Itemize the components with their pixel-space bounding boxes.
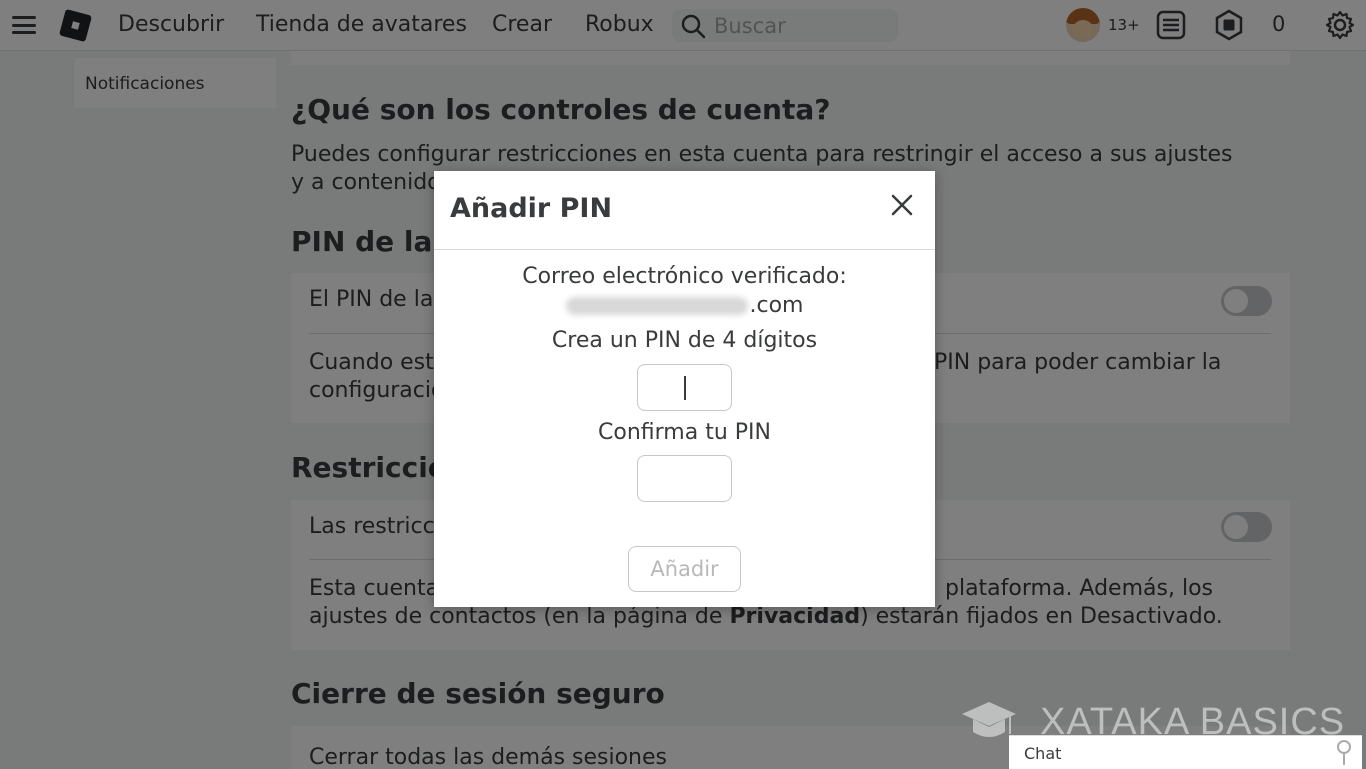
confirm-pin-label: Confirma tu PIN [598,420,771,445]
verified-email-value: .com [434,293,935,318]
chat-bar[interactable]: Chat [1009,735,1362,769]
chat-pin-icon [1337,740,1351,765]
modal-title: Añadir PIN [450,193,613,224]
create-pin-label: Crea un PIN de 4 dígitos [551,328,818,353]
verified-email-label: Correo electrónico verificado: [522,264,847,289]
text-caret [684,376,686,400]
close-icon[interactable] [886,189,918,221]
email-redacted [565,297,748,315]
add-pin-button[interactable]: Añadir [628,546,741,592]
add-pin-modal: Añadir PIN Correo electrónico verificado… [434,171,935,607]
confirm-pin-input[interactable] [637,455,732,502]
modal-header: Añadir PIN [434,171,935,250]
email-suffix: .com [749,293,804,318]
chat-label: Chat [1024,744,1062,763]
